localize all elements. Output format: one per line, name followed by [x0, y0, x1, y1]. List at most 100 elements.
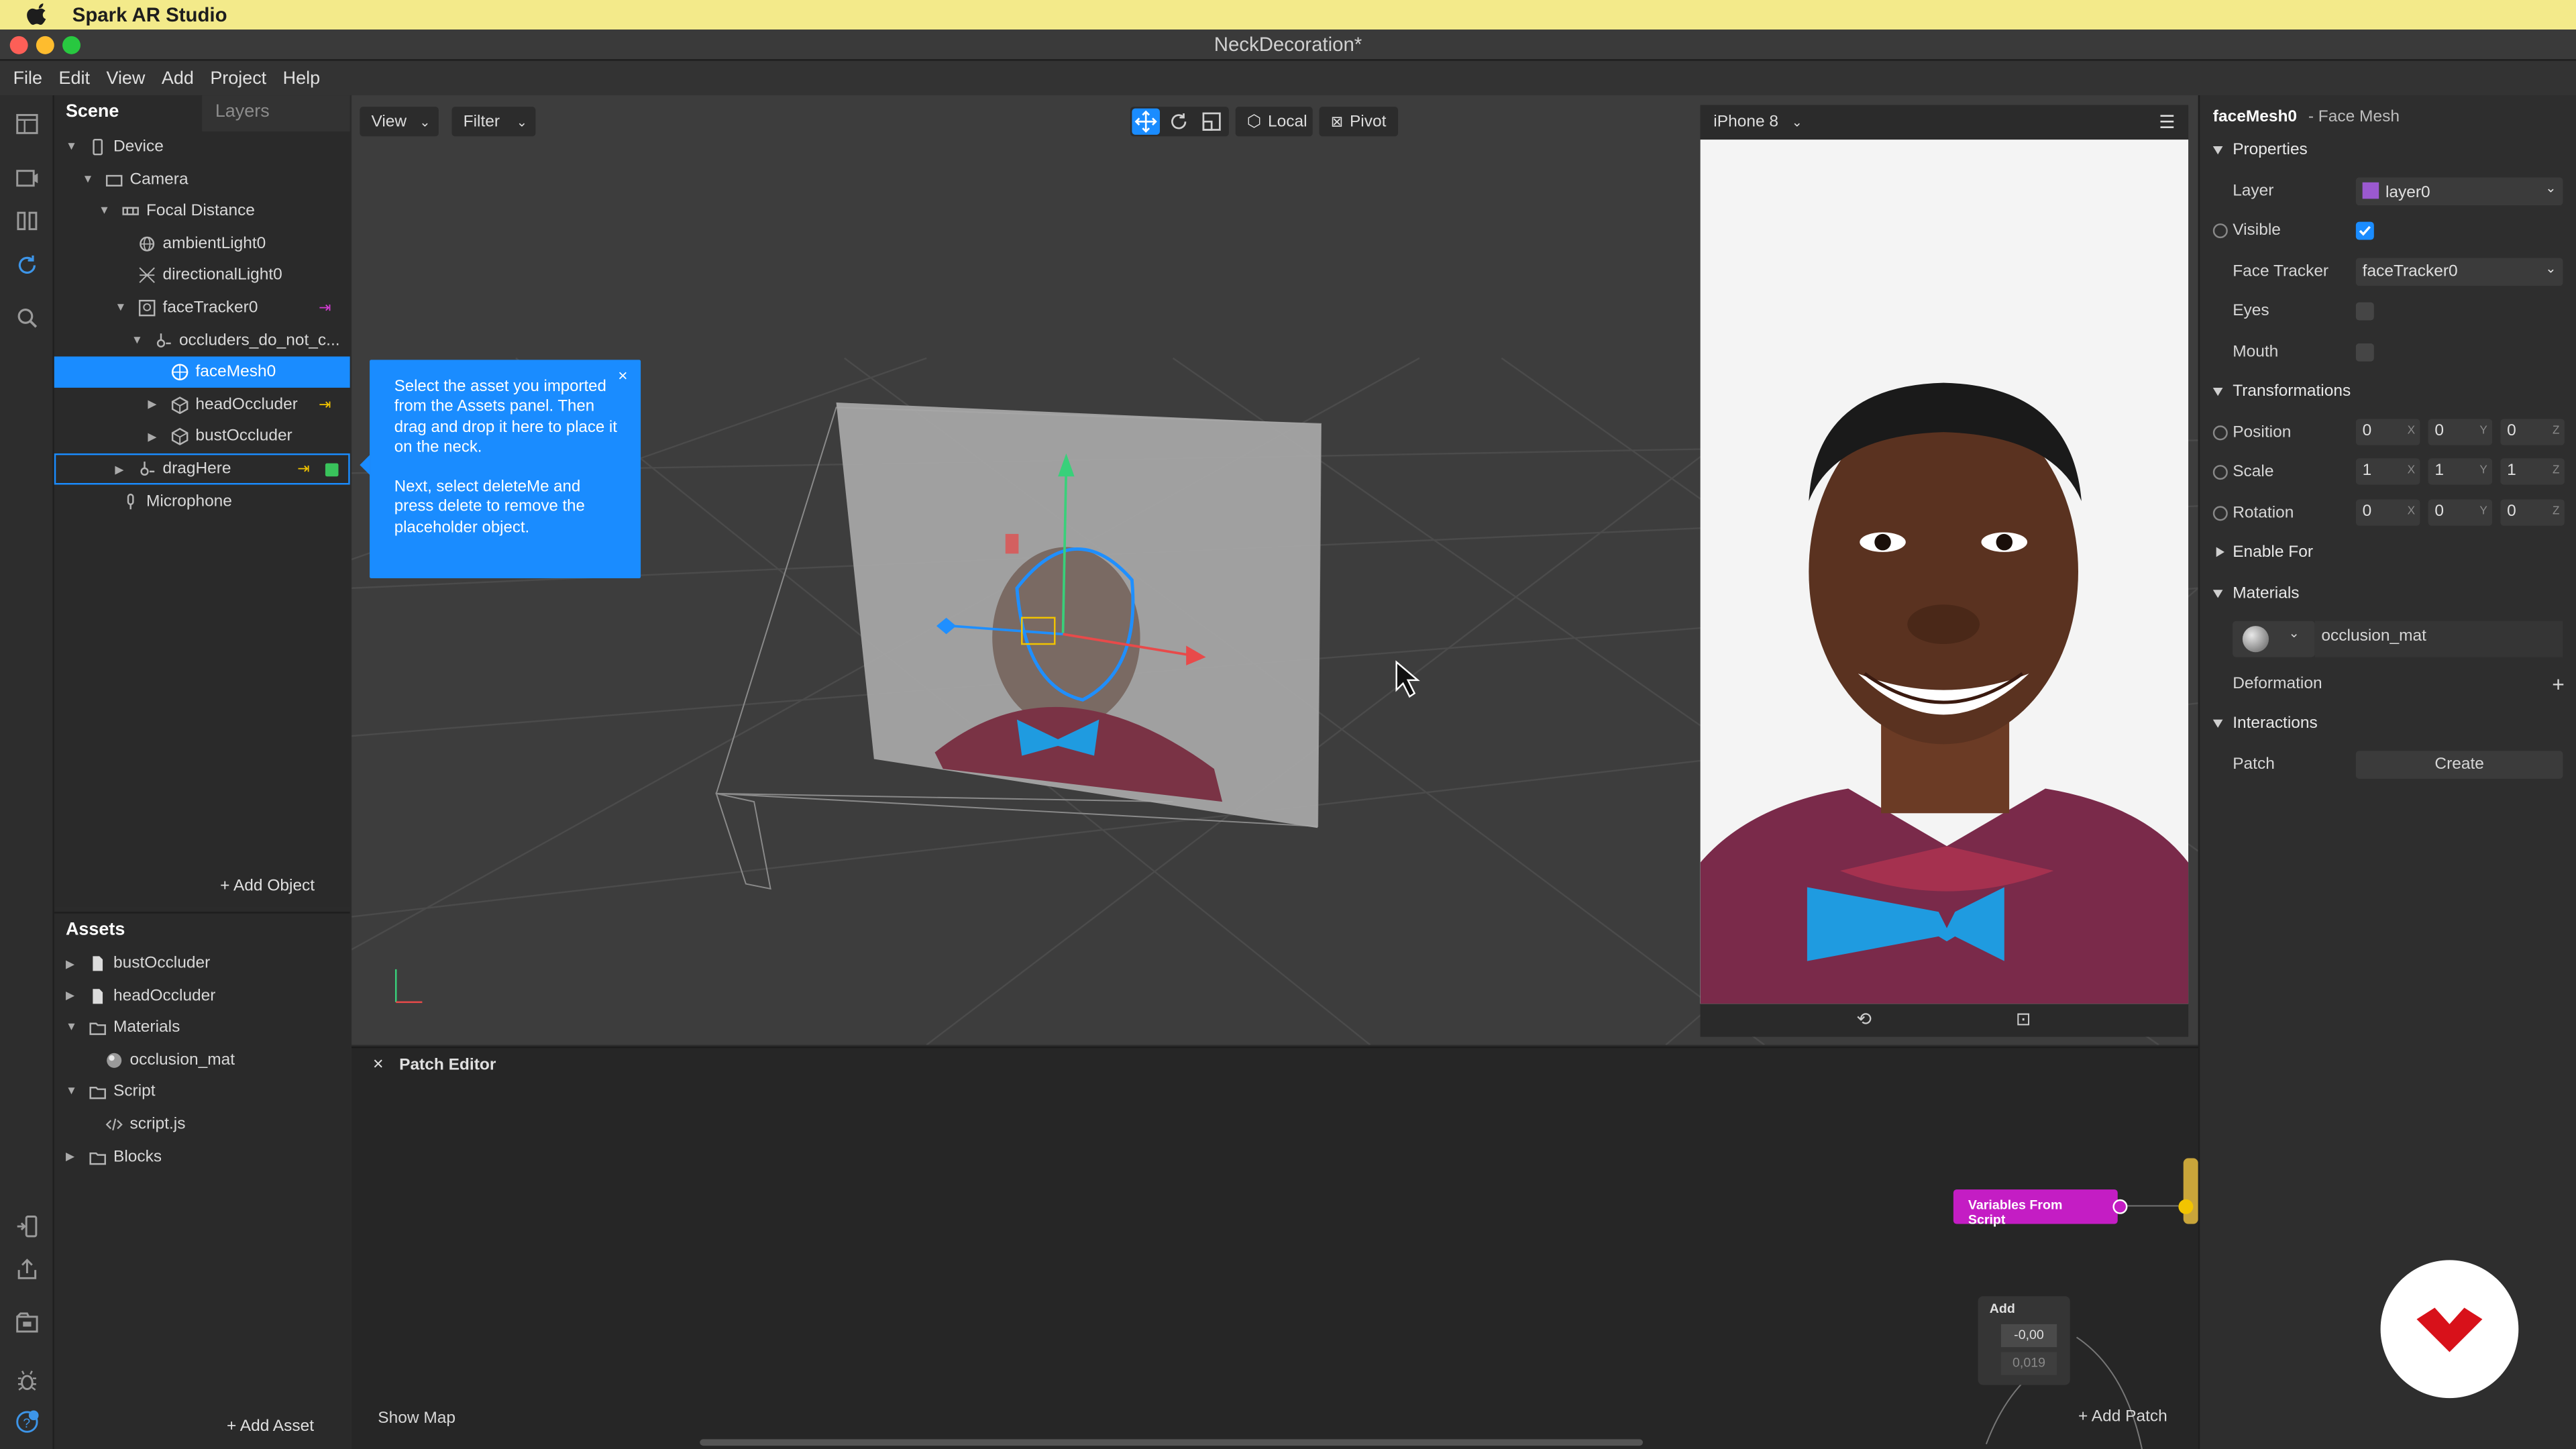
node-output-port[interactable] [2112, 1199, 2128, 1214]
minimize-window-button[interactable] [36, 36, 54, 54]
library-icon[interactable] [15, 1311, 40, 1336]
link-arrow-icon[interactable] [2212, 425, 2228, 441]
tree-item[interactable]: directionalLight0 [54, 260, 350, 292]
eyes-checkbox[interactable] [2355, 302, 2374, 321]
transformations-section-header[interactable]: Transformations [2200, 374, 2576, 411]
materials-section-header[interactable]: Materials [2200, 577, 2576, 613]
script-link-icon[interactable]: ⇥ [297, 460, 309, 478]
layer-dropdown[interactable]: layer0 ⌄ [2355, 177, 2563, 206]
face-tracker-dropdown[interactable]: faceTracker0 ⌄ [2355, 258, 2563, 286]
apple-logo-icon[interactable] [26, 3, 49, 26]
tree-item[interactable]: faceMesh0 [54, 356, 350, 388]
link-arrow-icon[interactable] [2212, 506, 2228, 521]
move-tool-button[interactable] [1132, 108, 1160, 135]
tree-item[interactable]: ▼ Materials [54, 1012, 350, 1044]
add-deformation-button[interactable]: + [2552, 672, 2565, 697]
expand-arrow-icon[interactable]: ▶ [148, 430, 156, 443]
menu-project[interactable]: Project [210, 68, 266, 88]
rotation-y-field[interactable]: 0Y [2428, 499, 2493, 526]
rotate-tool-button[interactable] [1165, 109, 1193, 135]
position-x-field[interactable]: 0X [2355, 419, 2420, 445]
expand-arrow-icon[interactable]: ▶ [66, 957, 74, 970]
scale-z-field[interactable]: 1Z [2500, 458, 2565, 485]
view-dropdown[interactable]: View ⌄ [360, 107, 439, 137]
expand-arrow-icon[interactable]: ▶ [66, 989, 74, 1002]
expand-arrow-icon[interactable]: ▶ [115, 462, 123, 476]
script-link-icon[interactable]: ⇥ [319, 299, 331, 317]
columns-icon[interactable] [15, 209, 40, 233]
rotate-camera-icon[interactable]: ⟲ [1856, 1009, 1872, 1030]
hamburger-menu-icon[interactable]: ☰ [2159, 112, 2175, 133]
tree-item[interactable]: occlusion_mat [54, 1044, 350, 1076]
add-node-input-1[interactable]: -0,00 [2000, 1324, 2057, 1348]
node-input-port[interactable] [2178, 1199, 2194, 1214]
refresh-icon[interactable] [15, 253, 40, 278]
mouth-checkbox[interactable] [2355, 343, 2374, 362]
tree-item[interactable]: ▶ headOccluder [54, 980, 350, 1012]
layout-icon[interactable] [15, 112, 40, 137]
tree-item[interactable]: ▶ bustOccluder [54, 948, 350, 979]
expand-arrow-icon[interactable]: ▶ [148, 398, 156, 411]
patch-graph-canvas[interactable] [352, 1083, 2198, 1449]
zoom-window-button[interactable] [62, 36, 81, 54]
device-preview-icon[interactable] [15, 1214, 40, 1239]
tooltip-close-button[interactable]: × [618, 368, 627, 388]
tree-item[interactable]: ▼ Camera [54, 164, 350, 195]
device-selector[interactable]: iPhone 8 ⌄ [1713, 113, 1803, 131]
viewport-icon[interactable] [15, 166, 40, 191]
search-icon[interactable] [15, 306, 40, 331]
tab-scene[interactable]: Scene [54, 95, 202, 131]
tree-item[interactable]: ▶ Blocks [54, 1141, 350, 1173]
show-map-button[interactable]: Show Map [378, 1409, 455, 1428]
local-toggle[interactable]: ⬡ Local [1235, 107, 1313, 137]
menu-edit[interactable]: Edit [59, 68, 90, 88]
tree-item[interactable]: ▶ headOccluder ⇥ [54, 389, 350, 421]
scale-y-field[interactable]: 1Y [2428, 458, 2493, 485]
create-patch-button[interactable]: Create [2355, 751, 2563, 779]
upload-icon[interactable] [15, 1256, 40, 1281]
tree-item[interactable]: ambientLight0 [54, 228, 350, 260]
expand-arrow-icon[interactable]: ▶ [66, 1150, 74, 1163]
add-asset-button[interactable]: + Add Asset [227, 1417, 314, 1436]
tree-item[interactable]: ▼ Device [54, 131, 350, 163]
collapse-arrow-icon[interactable]: ▼ [66, 1087, 77, 1098]
menu-help[interactable]: Help [283, 68, 320, 88]
collapse-arrow-icon[interactable]: ▼ [82, 174, 93, 185]
tree-item[interactable]: ▶ dragHere ⇥ [54, 453, 350, 485]
tree-item[interactable]: Microphone [54, 486, 350, 517]
tab-layers[interactable]: Layers [202, 95, 350, 131]
horizontal-scrollbar[interactable] [700, 1439, 1643, 1446]
enable-for-section-header[interactable]: Enable For [2200, 535, 2576, 572]
tree-item[interactable]: ▶ bustOccluder [54, 421, 350, 453]
tree-item[interactable]: ▼ faceTracker0 ⇥ [54, 292, 350, 324]
collapse-arrow-icon[interactable]: ▼ [115, 303, 126, 314]
add-patch-node[interactable]: Add -0,00 0,019 [1978, 1296, 2070, 1385]
close-window-button[interactable] [9, 36, 28, 54]
tree-item[interactable]: script.js [54, 1109, 350, 1140]
interactions-section-header[interactable]: Interactions [2200, 706, 2576, 743]
properties-section-header[interactable]: Properties [2200, 133, 2576, 169]
scale-tool-button[interactable] [1197, 109, 1226, 135]
collapse-arrow-icon[interactable]: ▼ [99, 206, 110, 217]
rotation-z-field[interactable]: 0Z [2500, 499, 2565, 526]
collapse-arrow-icon[interactable]: ▼ [131, 335, 143, 346]
scale-x-field[interactable]: 1X [2355, 458, 2420, 485]
menu-view[interactable]: View [106, 68, 145, 88]
patch-editor[interactable]: × Patch Editor Variables From Script Add… [352, 1046, 2198, 1449]
menu-add[interactable]: Add [162, 68, 194, 88]
add-object-button[interactable]: + Add Object [220, 877, 315, 896]
link-arrow-icon[interactable] [2212, 223, 2228, 239]
menu-file[interactable]: File [13, 68, 42, 88]
filter-dropdown[interactable]: Filter ⌄ [451, 107, 536, 137]
rotation-x-field[interactable]: 0X [2355, 499, 2420, 526]
variables-from-script-node[interactable]: Variables From Script [1953, 1189, 2118, 1227]
unlock-icon[interactable]: ⊡ [2016, 1009, 2031, 1030]
bug-icon[interactable] [15, 1368, 40, 1393]
position-y-field[interactable]: 0Y [2428, 419, 2493, 445]
tree-item[interactable]: ▼ occluders_do_not_c... [54, 325, 350, 356]
tree-item[interactable]: ▼ Focal Distance [54, 196, 350, 227]
add-patch-button[interactable]: + Add Patch [2078, 1408, 2167, 1426]
script-link-icon[interactable]: ⇥ [319, 396, 331, 414]
help-icon[interactable]: ? [15, 1409, 40, 1434]
collapse-arrow-icon[interactable]: ▼ [66, 142, 77, 153]
